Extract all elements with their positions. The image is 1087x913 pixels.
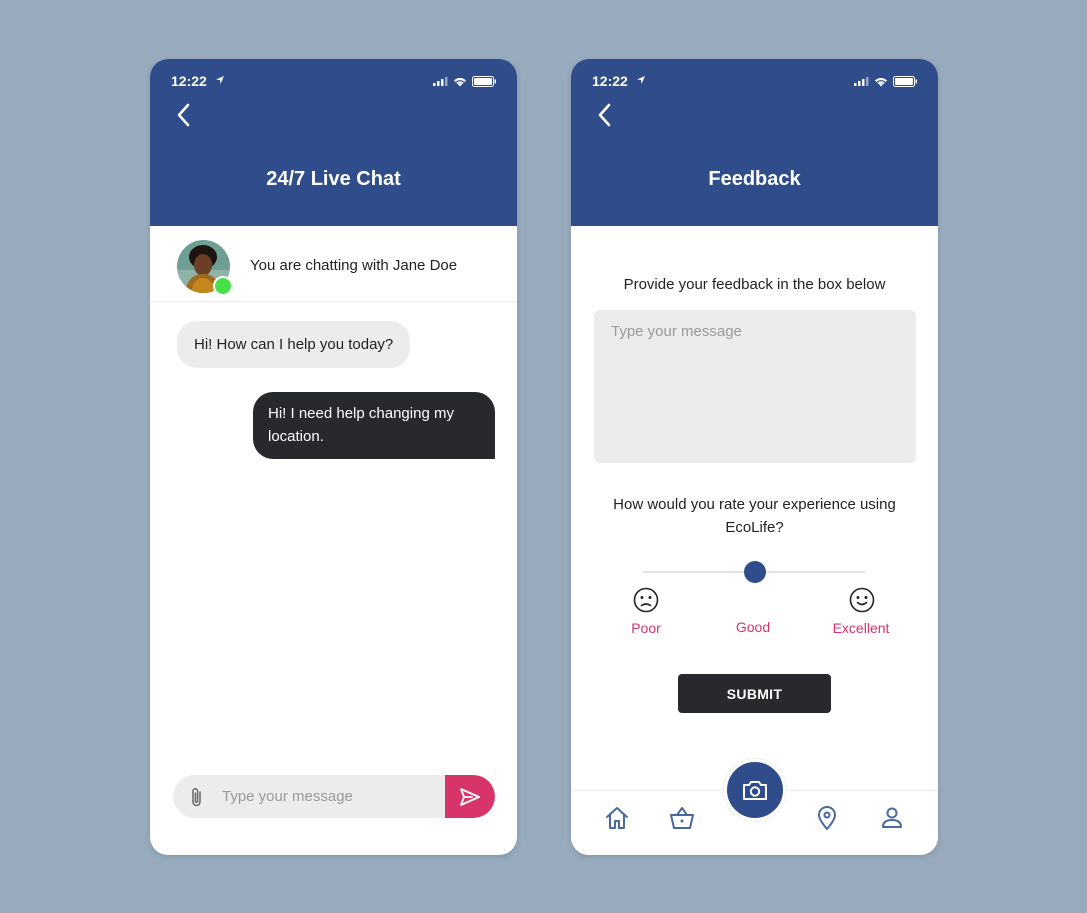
rating-slider-thumb[interactable] (744, 561, 766, 583)
feedback-prompt: Provide your feedback in the box below (623, 276, 886, 293)
location-arrow-icon (637, 76, 645, 84)
feedback-textarea[interactable] (594, 310, 916, 463)
page-title: 24/7 Live Chat (266, 168, 401, 190)
back-chevron-icon[interactable] (595, 102, 615, 128)
battery-icon (472, 76, 496, 87)
rating-label-excellent[interactable]: Excellent (821, 620, 901, 636)
battery-icon (893, 76, 917, 87)
message-bubble-agent: Hi! How can I help you today? (177, 321, 411, 368)
sad-face-icon[interactable] (633, 587, 659, 613)
status-icons (854, 76, 918, 87)
feedback-screen: 12:22 Feedback Provide your feedback in … (571, 59, 938, 855)
signal-icon (433, 77, 448, 86)
rating-question: How would you rate your experience using… (613, 496, 896, 536)
page-title: Feedback (708, 168, 801, 190)
basket-icon[interactable] (668, 804, 696, 832)
camera-button[interactable] (724, 759, 786, 821)
wifi-icon (875, 77, 887, 86)
send-icon (460, 787, 480, 806)
location-pin-icon[interactable] (813, 804, 841, 832)
profile-icon[interactable] (878, 804, 906, 832)
message-bubble-user: Hi! I need help changing my location. (253, 392, 495, 459)
chat-header: 12:22 24/7 Live Chat (150, 59, 517, 226)
online-status-dot (213, 276, 233, 296)
camera-icon (743, 781, 767, 800)
chat-agent-bar: You are chatting with Jane Doe (150, 226, 517, 302)
status-time: 12:22 (592, 73, 628, 89)
send-button[interactable] (445, 775, 495, 818)
back-chevron-icon[interactable] (174, 102, 194, 128)
rating-label-good[interactable]: Good (713, 619, 793, 635)
chat-input-bar (173, 775, 495, 818)
chatting-with-text: You are chatting with Jane Doe (250, 257, 458, 274)
signal-icon (854, 77, 869, 86)
attachment-clip-icon[interactable] (190, 786, 204, 808)
feedback-header: 12:22 Feedback (571, 59, 938, 226)
status-time: 12:22 (171, 73, 207, 89)
location-arrow-icon (216, 76, 224, 84)
wifi-icon (454, 77, 466, 86)
chat-message-input[interactable] (222, 775, 442, 818)
status-icons (433, 76, 497, 87)
rating-label-poor[interactable]: Poor (606, 620, 686, 636)
submit-button[interactable]: SUBMIT (678, 674, 831, 713)
chat-screen: 12:22 24/7 Live Chat You are chatting wi… (150, 59, 517, 855)
happy-face-icon[interactable] (849, 587, 875, 613)
home-icon[interactable] (603, 804, 631, 832)
